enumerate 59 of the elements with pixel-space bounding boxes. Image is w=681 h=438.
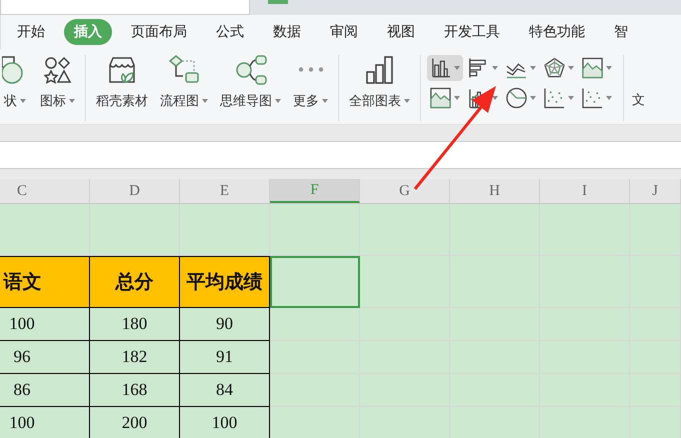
ribbon-tab[interactable]: 审阅 bbox=[320, 19, 368, 45]
table-row[interactable]: 96 182 91 bbox=[0, 341, 681, 374]
shapes-icon bbox=[44, 55, 72, 85]
shop-icon bbox=[107, 55, 137, 85]
caret-icon bbox=[530, 66, 536, 70]
scatter-chart-icon bbox=[544, 87, 565, 109]
caret-icon bbox=[454, 66, 460, 70]
ribbon-tab[interactable]: 数据 bbox=[263, 19, 311, 45]
caret-icon bbox=[492, 66, 498, 70]
column-header[interactable]: D bbox=[90, 179, 180, 203]
active-tab-marker bbox=[268, 0, 288, 4]
ribbon-tool-button[interactable]: 图标 bbox=[38, 55, 77, 110]
caret-icon bbox=[454, 96, 460, 100]
more-icon bbox=[298, 67, 324, 72]
column-header[interactable]: H bbox=[450, 179, 540, 203]
ribbon-tool-label[interactable]: 文 bbox=[632, 91, 645, 109]
all-charts-button[interactable]: 全部图表 bbox=[347, 55, 412, 110]
ribbon-tab[interactable]: 公式 bbox=[206, 19, 254, 45]
table-cell: 100 bbox=[180, 407, 270, 438]
table-cell: 语文 bbox=[0, 256, 90, 308]
caret-icon bbox=[530, 96, 536, 100]
mind-map-icon bbox=[234, 55, 266, 85]
column-chart-icon bbox=[430, 57, 451, 79]
ribbon-tab[interactable]: 视图 bbox=[377, 19, 425, 45]
table-cell: 100 bbox=[0, 407, 90, 438]
table-row[interactable]: 100 180 90 bbox=[0, 308, 681, 341]
scatter-chart-icon bbox=[582, 87, 603, 109]
ribbon-tab[interactable]: 智 bbox=[604, 19, 638, 45]
column-header[interactable]: G bbox=[360, 179, 450, 203]
ribbon-tab[interactable]: 开发工具 bbox=[434, 19, 510, 45]
caret-icon bbox=[568, 96, 574, 100]
ribbon-tool-button[interactable]: 流程图 bbox=[158, 55, 210, 110]
radar-chart-icon bbox=[544, 57, 565, 79]
column-chart-icon bbox=[364, 55, 394, 85]
table-row[interactable]: 86 168 84 bbox=[0, 374, 681, 407]
column-header[interactable]: I bbox=[540, 179, 630, 203]
caret-icon bbox=[606, 96, 612, 100]
table-cell: 总分 bbox=[90, 256, 180, 308]
ribbon-tool-button[interactable]: 更多 bbox=[291, 55, 330, 110]
table-cell: 200 bbox=[90, 407, 180, 438]
ribbon-tab[interactable]: 页面布局 bbox=[121, 19, 197, 45]
column-header[interactable]: J bbox=[630, 179, 681, 203]
area-chart-icon bbox=[582, 57, 603, 79]
ribbon-tool-button[interactable]: 状 bbox=[0, 55, 30, 110]
ribbon-tab[interactable]: 特色功能 bbox=[519, 19, 595, 45]
ribbon-tool-button[interactable]: 思维导图 bbox=[218, 55, 283, 110]
bar-chart-icon bbox=[468, 57, 489, 79]
chart-type-button[interactable] bbox=[427, 55, 463, 81]
area-chart-icon bbox=[430, 87, 451, 109]
caret-icon bbox=[606, 66, 612, 70]
flowchart-icon bbox=[169, 55, 199, 85]
table-cell: 平均成绩 bbox=[180, 256, 270, 308]
active-cell[interactable] bbox=[270, 256, 360, 308]
pie-chart-icon bbox=[506, 87, 527, 109]
table-row[interactable]: 语文 总分 平均成绩 bbox=[0, 256, 681, 308]
ribbon-tool-button[interactable]: 稻壳素材 bbox=[94, 55, 150, 110]
ribbon-tab[interactable]: 开始 bbox=[7, 19, 55, 45]
caret-icon bbox=[568, 66, 574, 70]
column-header[interactable]: C bbox=[0, 179, 90, 203]
